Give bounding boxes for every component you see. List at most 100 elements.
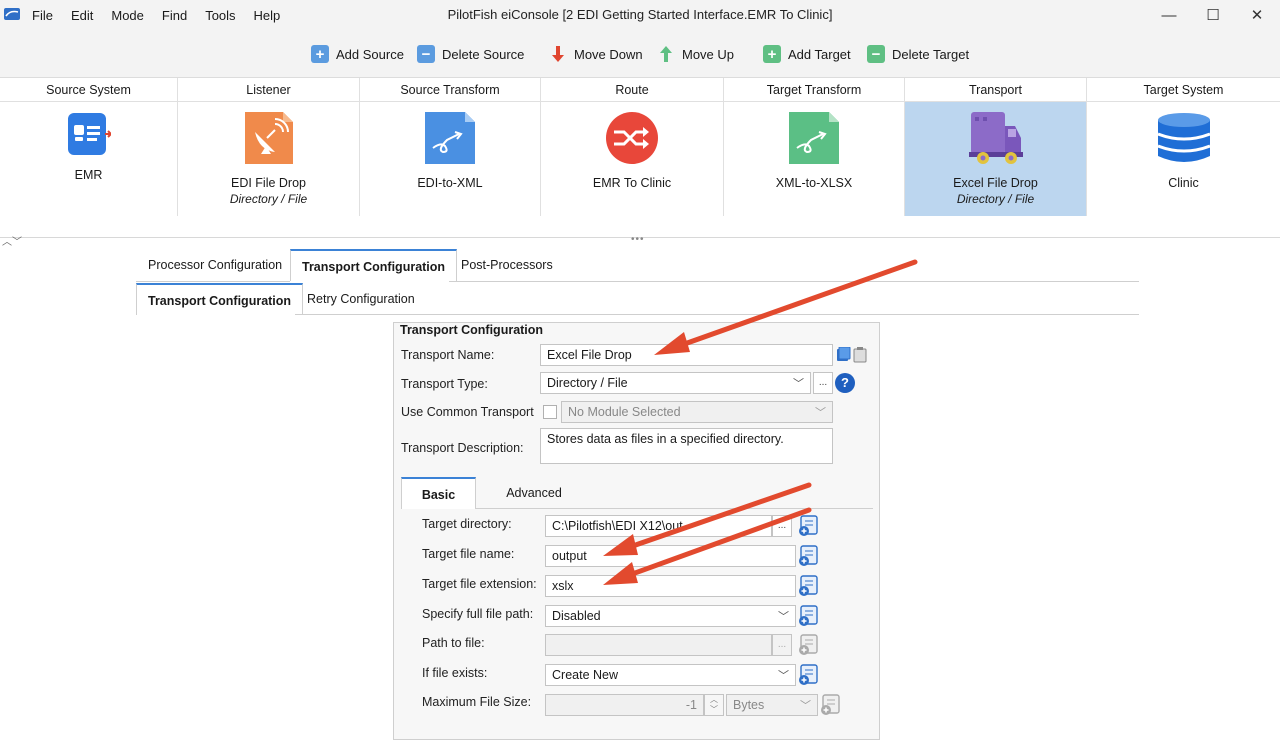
maximum-file-size-input[interactable]: -1 bbox=[545, 694, 704, 716]
transport-description-text[interactable]: Stores data as files in a specified dire… bbox=[540, 428, 833, 464]
stage-target-system[interactable]: Target System Clinic bbox=[1087, 78, 1280, 216]
subtab-underline bbox=[295, 314, 1139, 315]
transport-name-input[interactable]: Excel File Drop bbox=[540, 344, 833, 366]
truck-icon bbox=[968, 112, 1023, 164]
insert-variable-icon[interactable] bbox=[797, 575, 819, 597]
menu-edit[interactable]: Edit bbox=[69, 6, 95, 25]
subtab-transport-configuration[interactable]: Transport Configuration bbox=[136, 283, 304, 315]
maximize-button[interactable]: ☐ bbox=[1190, 0, 1236, 30]
stage-name: EDI-to-XML bbox=[417, 176, 483, 190]
database-icon bbox=[1157, 113, 1210, 162]
target-file-name-label: Target file name: bbox=[422, 547, 515, 561]
route-arrows-icon bbox=[606, 112, 658, 164]
specify-full-path-select[interactable]: Disabled ﹀ bbox=[545, 605, 796, 627]
target-file-name-input[interactable]: output bbox=[545, 545, 796, 567]
chevron-down-icon: ﹀ bbox=[815, 407, 826, 419]
directory-browse-button[interactable]: ... bbox=[772, 515, 792, 537]
stage-listener[interactable]: Listener EDI File Drop Directory / File bbox=[178, 78, 360, 216]
size-spinner-icon[interactable]: ︿ ﹀ bbox=[704, 694, 724, 716]
minus-icon: − bbox=[867, 45, 885, 63]
stage-header: Route bbox=[541, 78, 723, 102]
help-icon[interactable]: ? bbox=[835, 373, 855, 393]
add-source-button[interactable]: + Add Source bbox=[311, 44, 404, 64]
common-module-value: No Module Selected bbox=[568, 405, 681, 419]
target-file-extension-input[interactable]: xslx bbox=[545, 575, 796, 597]
minimize-button[interactable]: — bbox=[1146, 0, 1192, 30]
maximum-file-size-label: Maximum File Size: bbox=[422, 695, 532, 709]
use-common-transport-label: Use Common Transport bbox=[401, 405, 534, 419]
transport-type-select[interactable]: Directory / File ﹀ bbox=[540, 372, 811, 394]
transport-name-label: Transport Name: bbox=[401, 348, 495, 362]
add-target-button[interactable]: + Add Target bbox=[763, 44, 851, 64]
splitter-grip-icon[interactable]: ••• bbox=[631, 234, 645, 245]
use-common-transport-checkbox[interactable] bbox=[543, 405, 557, 419]
add-target-label: Add Target bbox=[788, 46, 851, 62]
chevron-down-icon: ﹀ bbox=[778, 611, 789, 623]
common-module-select[interactable]: No Module Selected ﹀ bbox=[561, 401, 833, 423]
tab-underline bbox=[136, 281, 290, 282]
collapse-toggle-icon[interactable]: ︿﹀ bbox=[2, 233, 22, 248]
insert-variable-icon[interactable] bbox=[797, 605, 819, 627]
stage-header: Target Transform bbox=[724, 78, 904, 102]
type-browse-button[interactable]: ... bbox=[813, 372, 833, 394]
insert-variable-icon[interactable] bbox=[797, 545, 819, 567]
menu-mode[interactable]: Mode bbox=[109, 6, 146, 25]
close-button[interactable]: ✕ bbox=[1234, 0, 1280, 30]
stage-name: Clinic bbox=[1168, 176, 1199, 190]
stage-grid: Source System EMR Listener EDI File Drop… bbox=[0, 78, 1280, 216]
stage-source-transform[interactable]: Source Transform EDI-to-XML bbox=[360, 78, 541, 216]
tab-transport-configuration[interactable]: Transport Configuration bbox=[290, 249, 458, 281]
path-browse-button[interactable]: ... bbox=[772, 634, 792, 656]
move-up-button[interactable]: Move Up bbox=[657, 44, 734, 64]
title-bar: File Edit Mode Find Tools Help PilotFish… bbox=[0, 0, 1280, 30]
stage-name: EMR bbox=[74, 168, 103, 182]
menu-help[interactable]: Help bbox=[252, 6, 283, 25]
stage-header: Transport bbox=[905, 78, 1086, 102]
plus-icon: + bbox=[763, 45, 781, 63]
stage-transport[interactable]: Transport Excel File Drop Directory / Fi… bbox=[905, 78, 1087, 216]
target-directory-input[interactable]: C:\Pilotfish\EDI X12\out bbox=[545, 515, 772, 537]
transport-description-label: Transport Description: bbox=[401, 441, 524, 455]
transport-type-label: Transport Type: bbox=[401, 377, 488, 391]
contact-card-icon bbox=[67, 113, 111, 155]
tab-basic[interactable]: Basic bbox=[401, 477, 476, 509]
delete-source-button[interactable]: − Delete Source bbox=[417, 44, 524, 64]
tab-advanced[interactable]: Advanced bbox=[496, 477, 572, 509]
menu-find[interactable]: Find bbox=[160, 6, 189, 25]
move-down-button[interactable]: Move Down bbox=[549, 44, 643, 64]
subtab-retry-configuration[interactable]: Retry Configuration bbox=[296, 283, 426, 315]
menu-file[interactable]: File bbox=[30, 6, 55, 25]
satellite-dish-icon bbox=[244, 112, 293, 164]
insert-variable-icon[interactable] bbox=[797, 664, 819, 686]
stage-name: EDI File Drop bbox=[230, 176, 307, 190]
arrow-down-icon bbox=[552, 46, 564, 62]
path-to-file-input[interactable] bbox=[545, 634, 772, 656]
stage-route[interactable]: Route EMR To Clinic bbox=[541, 78, 724, 216]
stage-source-system[interactable]: Source System EMR bbox=[0, 78, 178, 216]
target-directory-label: Target directory: bbox=[422, 517, 512, 531]
insert-variable-icon[interactable] bbox=[819, 694, 841, 716]
app-logo-icon bbox=[4, 8, 20, 20]
size-unit-select[interactable]: Bytes ﹀ bbox=[726, 694, 818, 716]
stage-header: Source Transform bbox=[360, 78, 540, 102]
chevron-down-icon: ﹀ bbox=[778, 670, 789, 682]
minus-icon: − bbox=[417, 45, 435, 63]
tab-post-processors[interactable]: Post-Processors bbox=[450, 249, 564, 281]
add-source-label: Add Source bbox=[336, 46, 404, 62]
insert-variable-icon[interactable] bbox=[797, 634, 819, 656]
size-unit-value: Bytes bbox=[733, 698, 765, 712]
copy-paste-icon[interactable] bbox=[836, 347, 870, 363]
stage-target-transform[interactable]: Target Transform XML-to-XLSX bbox=[724, 78, 905, 216]
panel-title: Transport Configuration bbox=[400, 323, 544, 337]
stage-header: Source System bbox=[0, 78, 177, 102]
delete-target-button[interactable]: − Delete Target bbox=[867, 44, 969, 64]
if-file-exists-select[interactable]: Create New ﹀ bbox=[545, 664, 796, 686]
if-file-exists-value: Create New bbox=[552, 668, 618, 682]
toolbar: + Add Source − Delete Source Move Down M… bbox=[0, 30, 1280, 78]
move-down-label: Move Down bbox=[574, 46, 643, 62]
stage-subtitle: Directory / File bbox=[229, 192, 308, 206]
plus-icon: + bbox=[311, 45, 329, 63]
tab-processor-configuration[interactable]: Processor Configuration bbox=[137, 249, 293, 281]
menu-tools[interactable]: Tools bbox=[203, 6, 237, 25]
insert-variable-icon[interactable] bbox=[797, 515, 819, 537]
